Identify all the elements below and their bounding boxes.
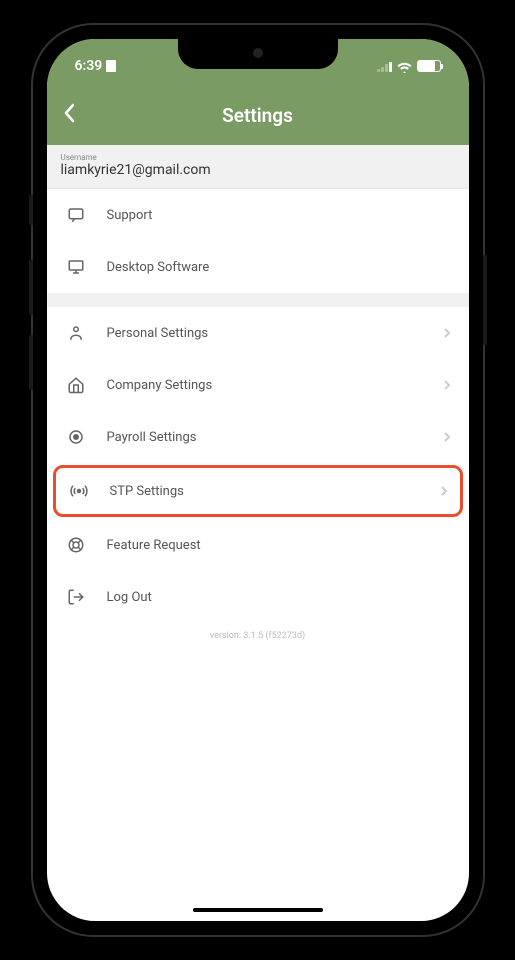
phone-frame: 6:39 Settings Username bbox=[33, 25, 483, 935]
target-icon bbox=[65, 426, 87, 448]
username-block: Username liamkyrie21@gmail.com bbox=[47, 145, 469, 189]
lifesaver-icon bbox=[65, 534, 87, 556]
monitor-icon bbox=[65, 256, 87, 278]
menu-item-label: Feature Request bbox=[107, 538, 451, 553]
menu-item-desktop[interactable]: Desktop Software bbox=[47, 241, 469, 293]
notch bbox=[178, 39, 338, 69]
menu-item-stp[interactable]: STP Settings bbox=[53, 465, 463, 517]
menu-item-company[interactable]: Company Settings bbox=[47, 359, 469, 411]
menu-item-personal[interactable]: Personal Settings bbox=[47, 307, 469, 359]
menu-item-logout[interactable]: Log Out bbox=[47, 571, 469, 623]
menu-item-payroll[interactable]: Payroll Settings bbox=[47, 411, 469, 463]
battery-icon bbox=[417, 60, 441, 72]
sim-icon bbox=[106, 60, 116, 72]
screen: 6:39 Settings Username bbox=[47, 39, 469, 921]
home-icon bbox=[65, 374, 87, 396]
menu-item-label: Personal Settings bbox=[107, 326, 443, 341]
broadcast-icon bbox=[68, 480, 90, 502]
chevron-right-icon bbox=[443, 376, 451, 395]
menu-item-label: Desktop Software bbox=[107, 260, 451, 275]
chevron-right-icon bbox=[443, 324, 451, 343]
menu-item-label: Payroll Settings bbox=[107, 430, 443, 445]
signal-icon bbox=[377, 61, 392, 72]
back-button[interactable] bbox=[63, 103, 75, 127]
menu-item-label: Log Out bbox=[107, 590, 451, 605]
chevron-right-icon bbox=[440, 482, 448, 501]
menu-item-support[interactable]: Support bbox=[47, 189, 469, 241]
username-value: liamkyrie21@gmail.com bbox=[61, 162, 455, 178]
page-title: Settings bbox=[222, 104, 293, 127]
logout-icon bbox=[65, 586, 87, 608]
menu-item-label: Company Settings bbox=[107, 378, 443, 393]
chat-icon bbox=[65, 204, 87, 226]
section-divider bbox=[47, 293, 469, 307]
menu-item-label: STP Settings bbox=[110, 484, 440, 499]
wifi-icon bbox=[397, 61, 412, 72]
home-indicator[interactable] bbox=[193, 908, 323, 913]
username-label: Username bbox=[61, 153, 455, 162]
version-text: version: 3.1.5 (f52273d) bbox=[47, 623, 469, 661]
status-time: 6:39 bbox=[75, 58, 103, 74]
header: Settings bbox=[47, 85, 469, 145]
menu-item-label: Support bbox=[107, 208, 451, 223]
menu-item-feature-request[interactable]: Feature Request bbox=[47, 519, 469, 571]
person-icon bbox=[65, 322, 87, 344]
chevron-right-icon bbox=[443, 428, 451, 447]
